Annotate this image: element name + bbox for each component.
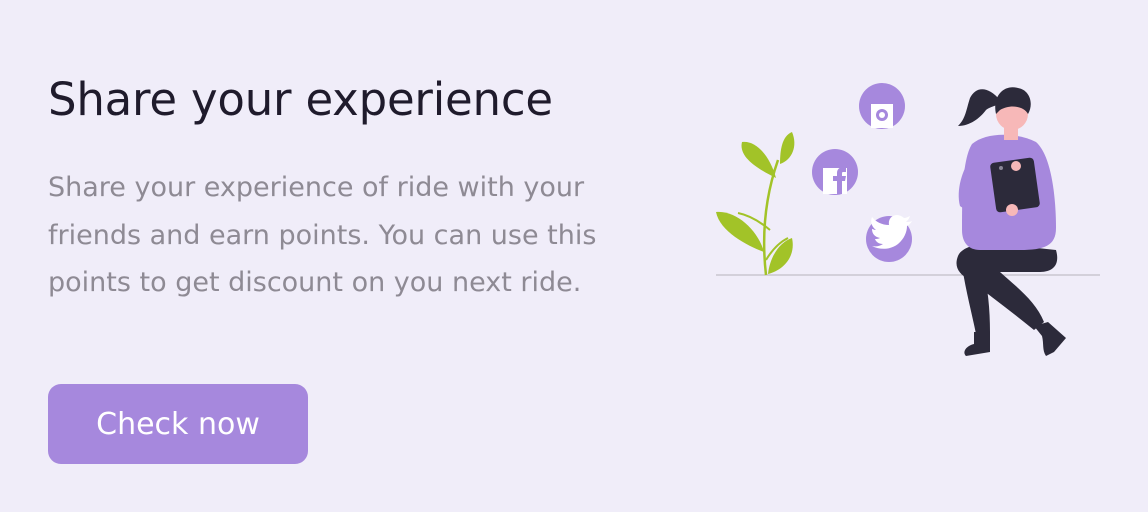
page-title: Share your experience <box>48 73 553 126</box>
twitter-icon <box>866 215 912 262</box>
share-experience-card: Share your experience Share your experie… <box>0 0 1148 512</box>
instagram-icon <box>859 83 905 129</box>
person-illustration <box>956 87 1066 356</box>
share-illustration <box>716 83 1100 356</box>
promo-description: Share your experience of ride with your … <box>48 172 597 298</box>
check-now-button[interactable]: Check now <box>48 384 308 464</box>
plant-illustration <box>716 132 795 276</box>
facebook-icon <box>812 149 858 195</box>
